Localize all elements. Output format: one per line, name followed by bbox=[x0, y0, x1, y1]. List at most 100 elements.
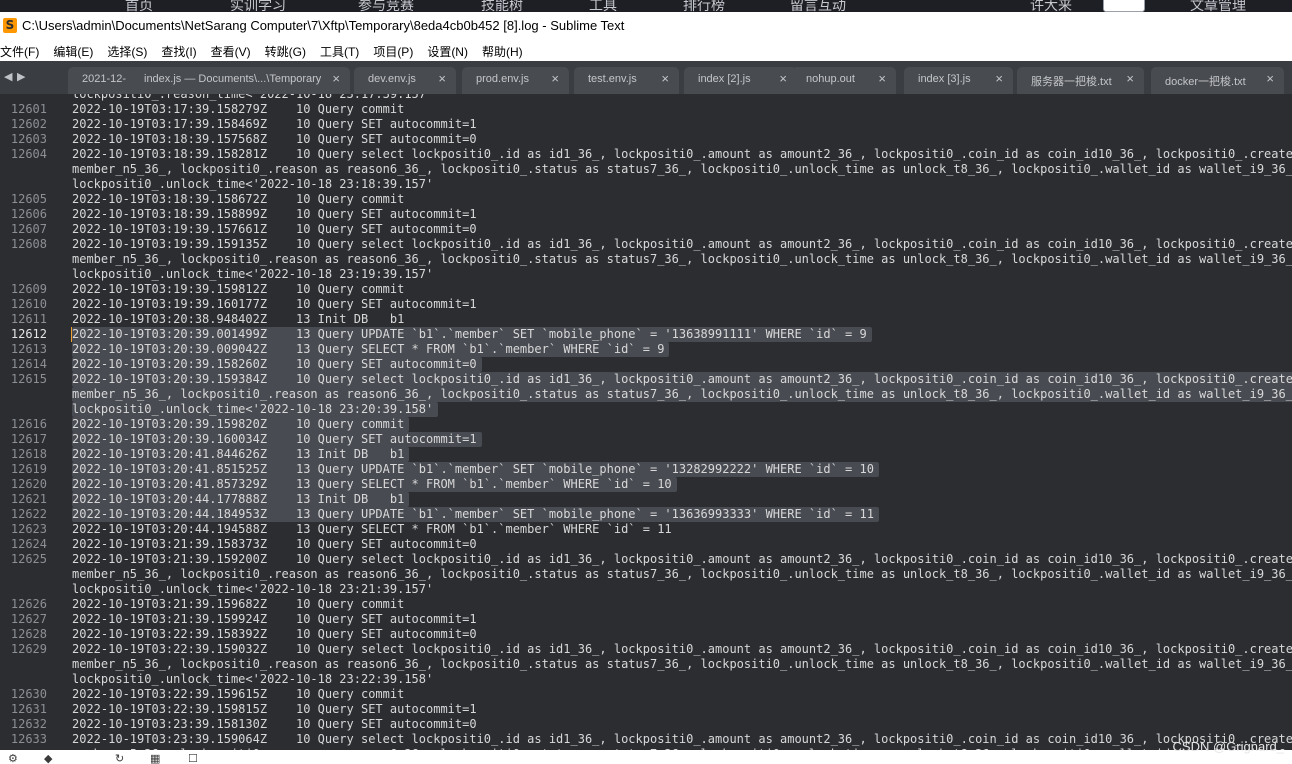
menu-item[interactable]: 选择(S) bbox=[107, 40, 153, 61]
selected-code-line[interactable]: 2022-10-19T03:20:39.001499Z 13 Query UPD… bbox=[72, 327, 872, 342]
selected-code-line[interactable]: 2022-10-19T03:20:39.009042Z 13 Query SEL… bbox=[72, 342, 670, 357]
selected-code-line[interactable]: 2022-10-19T03:20:39.158260Z 10 Query SET… bbox=[72, 357, 482, 372]
code-view[interactable]: lockpositi0_.reason_time<'2022-10-18 23:… bbox=[72, 94, 1292, 750]
code-line[interactable]: member_n5_36_, lockpositi0_.reason as re… bbox=[72, 657, 1292, 672]
code-line[interactable]: 2022-10-19T03:18:39.158899Z 10 Query SET… bbox=[72, 207, 477, 222]
code-line[interactable]: lockpositi0_.unlock_time<'2022-10-18 23:… bbox=[72, 177, 433, 192]
tab-close-icon[interactable]: × bbox=[332, 71, 340, 86]
editor-tab[interactable]: test.env.js × bbox=[574, 67, 679, 94]
editor-tab[interactable]: index [2].js × bbox=[684, 67, 797, 94]
code-line[interactable]: 2022-10-19T03:22:39.159815Z 10 Query SET… bbox=[72, 702, 477, 717]
code-line[interactable]: 2022-10-19T03:22:39.159032Z 10 Query sel… bbox=[72, 642, 1292, 657]
code-line[interactable]: 2022-10-19T03:18:39.158672Z 10 Query com… bbox=[72, 192, 404, 207]
tab-scroll-right-icon[interactable]: ▶ bbox=[17, 70, 25, 83]
code-line[interactable]: member_n5_36_, lockpositi0_.reason as re… bbox=[72, 567, 1292, 582]
line-number: 12622 bbox=[10, 507, 47, 521]
selected-code-line[interactable]: 2022-10-19T03:20:41.857329Z 13 Query SEL… bbox=[72, 477, 677, 492]
code-line[interactable]: 2022-10-19T03:19:39.159135Z 10 Query sel… bbox=[72, 237, 1292, 252]
code-line[interactable]: 2022-10-19T03:19:39.159812Z 10 Query com… bbox=[72, 282, 404, 297]
tab-bar: ◀ ▶ 2021-12-(×index.js — Documents\...\T… bbox=[0, 61, 1292, 94]
tab-close-icon[interactable]: × bbox=[779, 71, 787, 86]
line-number: 12603 bbox=[10, 132, 47, 146]
window-title: C:\Users\admin\Documents\NetSarang Compu… bbox=[22, 18, 625, 33]
editor-tab[interactable]: index [3].js × bbox=[904, 67, 1013, 94]
code-line[interactable]: lockpositi0_.unlock_time<'2022-10-18 23:… bbox=[72, 582, 433, 597]
selected-code-line[interactable]: member_n5_36_, lockpositi0_.reason as re… bbox=[72, 387, 1292, 402]
selected-code-line[interactable]: lockpositi0_.unlock_time<'2022-10-18 23:… bbox=[72, 402, 439, 417]
code-line[interactable]: 2022-10-19T03:18:39.157568Z 10 Query SET… bbox=[72, 132, 477, 147]
menu-item[interactable]: 转跳(G) bbox=[265, 40, 312, 61]
code-line[interactable]: 2022-10-19T03:23:39.159064Z 10 Query sel… bbox=[72, 732, 1292, 747]
tab-close-icon[interactable]: × bbox=[995, 71, 1003, 86]
menu-item[interactable]: 项目(P) bbox=[373, 40, 419, 61]
line-number: 12628 bbox=[10, 627, 47, 641]
status-icon[interactable]: ◆ bbox=[44, 752, 52, 764]
status-icon[interactable]: ▦ bbox=[150, 752, 160, 764]
tab-label: index [2].js bbox=[698, 73, 751, 85]
menu-item[interactable]: 工具(T) bbox=[320, 40, 365, 61]
editor-area[interactable]: 12601 12602 12603 12604 12605 12606 12607 12608… bbox=[0, 94, 1292, 750]
editor-tab[interactable]: prod.env.js × bbox=[462, 67, 569, 94]
line-number: 12633 bbox=[10, 732, 47, 746]
code-line[interactable]: 2022-10-19T03:19:39.160177Z 10 Query SET… bbox=[72, 297, 477, 312]
text-caret bbox=[71, 327, 72, 342]
line-number: 12629 bbox=[10, 642, 47, 656]
code-line[interactable]: 2022-10-19T03:18:39.158281Z 10 Query sel… bbox=[72, 147, 1292, 162]
tab-close-icon[interactable]: × bbox=[1266, 71, 1274, 86]
tab-close-icon[interactable]: × bbox=[661, 71, 669, 86]
code-line[interactable]: 2022-10-19T03:22:39.159615Z 10 Query com… bbox=[72, 687, 404, 702]
tab-close-icon[interactable]: × bbox=[878, 71, 886, 86]
background-nav-item: 工具 bbox=[589, 0, 617, 12]
selected-code-line[interactable]: 2022-10-19T03:20:39.160034Z 10 Query SET… bbox=[72, 432, 482, 447]
editor-tab[interactable]: docker一把梭.txt × bbox=[1151, 67, 1284, 94]
tab-scroll-left-icon[interactable]: ◀ bbox=[4, 70, 12, 83]
status-icon[interactable]: ↻ bbox=[115, 752, 124, 764]
editor-tab[interactable]: index.js — Documents\...\Temporary × bbox=[130, 67, 350, 94]
code-line[interactable]: 2022-10-19T03:20:44.194588Z 13 Query SEL… bbox=[72, 522, 672, 537]
line-number: 12616 bbox=[10, 417, 47, 431]
code-line[interactable]: 2022-10-19T03:23:39.158130Z 10 Query SET… bbox=[72, 717, 477, 732]
tab-close-icon[interactable]: × bbox=[438, 71, 446, 86]
menu-item[interactable]: 查看(V) bbox=[211, 40, 257, 61]
status-icon[interactable]: ⚙ bbox=[8, 752, 18, 764]
code-line[interactable]: 2022-10-19T03:21:39.159200Z 10 Query sel… bbox=[72, 552, 1292, 567]
background-nav-item: 实训学习 bbox=[230, 0, 286, 12]
menu-item[interactable]: 文件(F) bbox=[0, 40, 45, 61]
code-line[interactable]: 2022-10-19T03:22:39.158392Z 10 Query SET… bbox=[72, 627, 477, 642]
code-line[interactable]: 2022-10-19T03:21:39.158373Z 10 Query SET… bbox=[72, 537, 477, 552]
selected-code-line[interactable]: 2022-10-19T03:20:39.159384Z 10 Query sel… bbox=[72, 372, 1292, 387]
selected-code-line[interactable]: 2022-10-19T03:20:44.177888Z 13 Init DB b… bbox=[72, 492, 410, 507]
line-number: 12632 bbox=[10, 717, 47, 731]
code-line[interactable]: lockpositi0_.unlock_time<'2022-10-18 23:… bbox=[72, 267, 433, 282]
tab-label: 2021-12-( bbox=[82, 73, 126, 85]
background-nav-item: 首页 bbox=[125, 0, 153, 12]
code-line[interactable]: member_n5_36_, lockpositi0_.reason as re… bbox=[72, 252, 1292, 267]
code-line[interactable]: 2022-10-19T03:17:39.158279Z 10 Query com… bbox=[72, 102, 404, 117]
code-line[interactable]: 2022-10-19T03:21:39.159924Z 10 Query SET… bbox=[72, 612, 477, 627]
editor-tab[interactable]: nohup.out × bbox=[792, 67, 896, 94]
menu-item[interactable]: 帮助(H) bbox=[482, 40, 529, 61]
line-number: 12602 bbox=[10, 117, 47, 131]
tab-close-icon[interactable]: × bbox=[1126, 71, 1134, 86]
editor-tab[interactable]: 服务器一把梭.txt × bbox=[1017, 67, 1144, 94]
selected-code-line[interactable]: 2022-10-19T03:20:41.851525Z 13 Query UPD… bbox=[72, 462, 879, 477]
code-line[interactable]: lockpositi0_.reason_time<'2022-10-18 23:… bbox=[72, 94, 433, 102]
line-number: 12614 bbox=[10, 357, 47, 371]
editor-tab[interactable]: dev.env.js × bbox=[354, 67, 456, 94]
tab-label: nohup.out bbox=[806, 73, 855, 85]
code-line[interactable]: lockpositi0_.unlock_time<'2022-10-18 23:… bbox=[72, 672, 433, 687]
code-line[interactable]: member_n5_36_, lockpositi0_.reason as re… bbox=[72, 162, 1292, 177]
status-icon[interactable]: ☐ bbox=[188, 752, 198, 764]
code-line[interactable]: 2022-10-19T03:21:39.159682Z 10 Query com… bbox=[72, 597, 404, 612]
selected-code-line[interactable]: 2022-10-19T03:20:44.184953Z 13 Query UPD… bbox=[72, 507, 879, 522]
menu-item[interactable]: 编辑(E) bbox=[53, 40, 99, 61]
selected-code-line[interactable]: 2022-10-19T03:20:39.159820Z 10 Query com… bbox=[72, 417, 410, 432]
menu-item[interactable]: 设置(N) bbox=[427, 40, 474, 61]
selected-code-line[interactable]: 2022-10-19T03:20:41.844626Z 13 Init DB b… bbox=[72, 447, 410, 462]
menu-item[interactable]: 查找(I) bbox=[161, 40, 202, 61]
tab-close-icon[interactable]: × bbox=[551, 71, 559, 86]
line-number: 12626 bbox=[10, 597, 47, 611]
code-line[interactable]: 2022-10-19T03:19:39.157661Z 10 Query SET… bbox=[72, 222, 477, 237]
code-line[interactable]: 2022-10-19T03:17:39.158469Z 10 Query SET… bbox=[72, 117, 477, 132]
code-line[interactable]: 2022-10-19T03:20:38.948402Z 13 Init DB b… bbox=[72, 312, 404, 327]
